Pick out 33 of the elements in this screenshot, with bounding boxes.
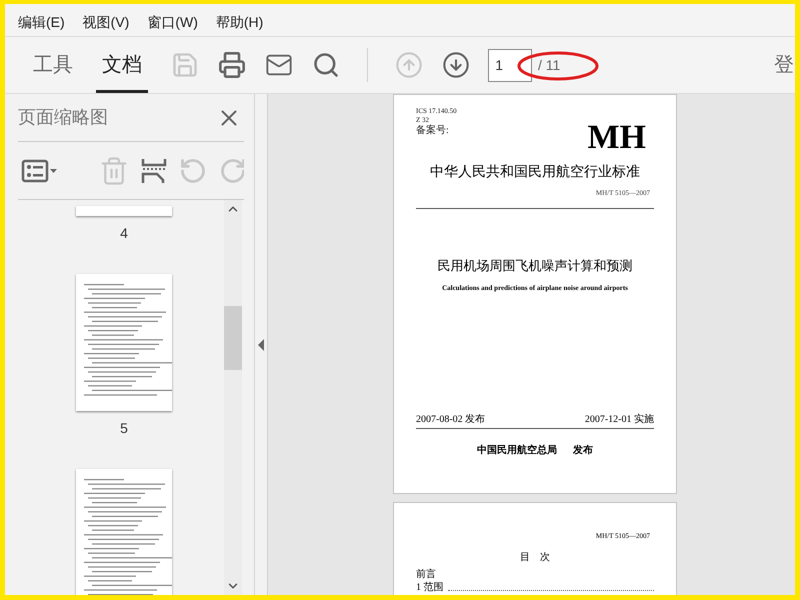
standard-logo: MH bbox=[587, 123, 646, 153]
issuing-authority: 中国民用航空总局 bbox=[477, 445, 557, 457]
page-thumbnail[interactable] bbox=[76, 469, 172, 595]
page-thumbnail[interactable] bbox=[76, 206, 172, 216]
effective-date: 2007-12-01 实施 bbox=[584, 414, 654, 426]
arrow-down-icon[interactable] bbox=[442, 51, 470, 79]
menu-item[interactable]: 编辑(E) bbox=[18, 12, 65, 32]
page-thumbnail[interactable] bbox=[76, 274, 172, 411]
search-icon[interactable] bbox=[312, 51, 340, 79]
print-icon[interactable] bbox=[218, 51, 246, 79]
contents-entry: 前言 bbox=[416, 568, 436, 581]
menu-item[interactable]: 窗口(W) bbox=[147, 12, 198, 32]
scrollbar[interactable] bbox=[224, 200, 242, 595]
document-title: 民用机场周围飞机噪声计算和预测 bbox=[438, 259, 632, 275]
menu-item[interactable]: 帮助(H) bbox=[216, 12, 264, 32]
standard-category: 中华人民共和国民用航空行业标准 bbox=[430, 163, 640, 181]
page-number-field[interactable]: 1 bbox=[488, 48, 532, 82]
issue-label: 发布 bbox=[573, 445, 593, 457]
page-insert-icon[interactable] bbox=[141, 156, 167, 184]
contents-heading: 目 次 bbox=[520, 551, 550, 564]
menu-item[interactable]: 视图(V) bbox=[82, 12, 130, 32]
scroll-thumb[interactable] bbox=[224, 306, 242, 370]
collapse-arrow-icon[interactable] bbox=[258, 338, 264, 350]
document-meta: 备案号: bbox=[416, 125, 449, 137]
sign-in-link[interactable]: 登 bbox=[774, 50, 794, 80]
issue-date: 2007-08-02 发布 bbox=[416, 414, 486, 426]
page-total: / 11 bbox=[538, 56, 560, 74]
toolbar-tab[interactable]: 工具 bbox=[27, 37, 79, 93]
panel-title: 页面缩略图 bbox=[18, 106, 108, 129]
page-number: 4 bbox=[120, 224, 128, 242]
list-options-icon[interactable] bbox=[21, 158, 59, 184]
page-number: 5 bbox=[120, 419, 128, 437]
contents-entry: 1 范围 bbox=[416, 581, 444, 594]
